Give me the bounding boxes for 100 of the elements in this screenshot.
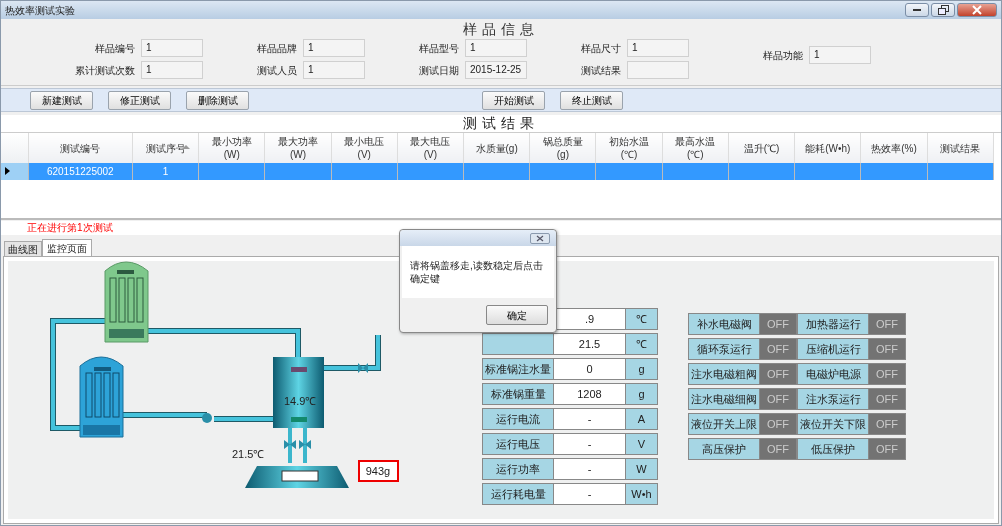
field-label: 样品功能 (762, 48, 804, 63)
text-field[interactable]: 1 (627, 39, 689, 57)
switch-label: 补水电磁阀 (688, 313, 760, 335)
unit-label: W (626, 458, 658, 480)
unit-label: ℃ (626, 333, 658, 355)
unit-label: A (626, 408, 658, 430)
dialog-message: 请将锅盖移走,读数稳定后点击确定键 (410, 259, 544, 285)
readout-value: - (554, 458, 626, 480)
field-label: 测试人员 (256, 63, 298, 78)
column-header[interactable]: 温升(℃) (728, 133, 795, 163)
column-header[interactable]: 测试结果 (927, 133, 994, 163)
minimize-icon (913, 9, 921, 11)
column-header[interactable]: 最大电压 (V) (397, 133, 464, 163)
unit-label: ℃ (626, 308, 658, 330)
switch-label: 注水电磁粗阀 (688, 363, 760, 385)
unit-label: V (626, 433, 658, 455)
switch-state: OFF (760, 313, 797, 335)
toolbar-button[interactable]: 终止测试 (560, 90, 623, 110)
column-header[interactable]: 最小功率 (W) (198, 133, 265, 163)
close-button[interactable] (530, 232, 550, 244)
text-field[interactable]: 2015-12-25 (465, 61, 527, 79)
close-icon (972, 5, 982, 15)
section-title: 样品信息 (462, 20, 540, 39)
tank-temperature: 14.9℃ (284, 395, 317, 407)
toolbar-button[interactable]: 新建测试 (30, 90, 93, 110)
toolbar-button[interactable]: 修正测试 (108, 90, 171, 110)
readout-value: 21.5 (554, 333, 626, 355)
switch-label: 注水泵运行 (797, 388, 869, 410)
readout-label: 运行电压 (482, 433, 554, 455)
switch-state: OFF (869, 388, 906, 410)
column-header[interactable]: 测试序号 (132, 133, 199, 163)
toolbar-button[interactable]: 删除测试 (186, 90, 249, 110)
switch-label: 压缩机运行 (797, 338, 869, 360)
field-label: 测试日期 (418, 63, 460, 78)
column-header[interactable]: 测试编号 (28, 133, 133, 163)
tab[interactable]: 监控页面 (42, 239, 92, 256)
switch-label: 液位开关下限 (797, 413, 869, 435)
readout-label: 运行电流 (482, 408, 554, 430)
switch-label: 低压保护 (797, 438, 869, 460)
readout-label: 运行功率 (482, 458, 554, 480)
unit-label: W•h (626, 483, 658, 505)
text-field[interactable]: 1 (303, 39, 365, 57)
readout-value: - (554, 483, 626, 505)
column-header[interactable]: 最大功率 (W) (264, 133, 332, 163)
toolbar-button[interactable]: 开始测试 (482, 90, 545, 110)
text-field[interactable] (627, 61, 689, 79)
readout-value: 1208 (554, 383, 626, 405)
readout-label: 标准锅重量 (482, 383, 554, 405)
readout-value: - (554, 408, 626, 430)
text-field[interactable]: 1 (809, 46, 871, 64)
window-title: 热效率测试实验 (5, 3, 76, 18)
switch-state: OFF (869, 313, 906, 335)
switch-label: 液位开关上限 (688, 413, 760, 435)
switch-label: 循环泵运行 (688, 338, 760, 360)
column-header[interactable]: 最小电压 (V) (331, 133, 398, 163)
table-cell: 620151225002 (28, 163, 133, 180)
readout-label: 标准锅注水量 (482, 358, 554, 380)
switch-state: OFF (760, 438, 797, 460)
field-label: 样品编号 (94, 41, 136, 56)
readout-value: - (554, 433, 626, 455)
switch-state: OFF (760, 363, 797, 385)
column-header[interactable]: 最高水温 (℃) (662, 133, 729, 163)
text-field[interactable]: 1 (303, 61, 365, 79)
column-header[interactable]: 锅总质量 (g) (529, 133, 596, 163)
column-header[interactable]: 能耗(W•h) (794, 133, 861, 163)
ok-button[interactable]: 确定 (486, 305, 548, 325)
close-button[interactable] (957, 3, 997, 17)
column-header[interactable]: 热效率(%) (860, 133, 928, 163)
status-text: 正在进行第1次测试 (27, 222, 113, 233)
switch-label: 注水电磁细阀 (688, 388, 760, 410)
switch-state: OFF (760, 413, 797, 435)
switch-label: 电磁炉电源 (797, 363, 869, 385)
close-icon (536, 234, 544, 242)
table-cell: 1 (132, 163, 199, 180)
tab[interactable]: 曲线图 (4, 241, 42, 256)
field-label: 累计测试次数 (74, 63, 136, 78)
text-field[interactable]: 1 (141, 61, 203, 79)
text-field[interactable]: 1 (465, 39, 527, 57)
switch-state: OFF (869, 338, 906, 360)
switch-label: 高压保护 (688, 438, 760, 460)
readout-value: .9 (554, 308, 626, 330)
column-header[interactable]: 初始水温 (℃) (596, 133, 663, 163)
readout-label: 运行耗电量 (482, 483, 554, 505)
switch-state: OFF (869, 413, 906, 435)
water-temperature: 21.5℃ (232, 448, 265, 460)
field-label: 样品品牌 (256, 41, 298, 56)
switch-label: 加热器运行 (797, 313, 869, 335)
switch-state: OFF (760, 388, 797, 410)
restore-icon (937, 5, 949, 15)
switch-state: OFF (869, 438, 906, 460)
unit-label: g (626, 383, 658, 405)
field-label: 样品型号 (418, 41, 460, 56)
restore-button[interactable] (931, 3, 955, 17)
minimize-button[interactable] (905, 3, 929, 17)
field-label: 测试结果 (580, 63, 622, 78)
switch-state: OFF (869, 363, 906, 385)
field-label: 样品尺寸 (580, 41, 622, 56)
text-field[interactable]: 1 (141, 39, 203, 57)
unit-label: g (626, 358, 658, 380)
column-header[interactable]: 水质量(g) (463, 133, 530, 163)
